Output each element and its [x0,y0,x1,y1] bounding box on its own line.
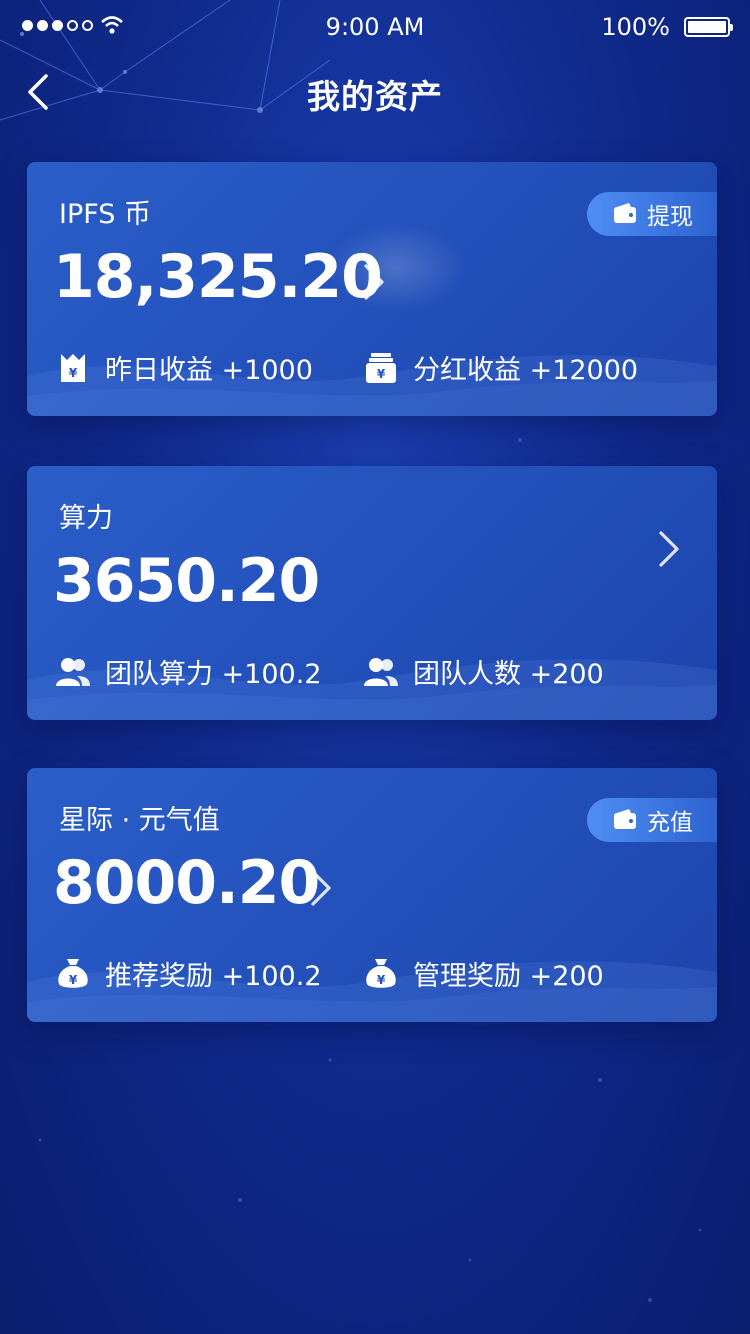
stat-text: 昨日收益 +1000 [105,355,313,386]
chevron-right-icon[interactable] [657,529,681,569]
money-stack-icon: ¥ [366,352,396,383]
hashrate-card[interactable]: 算力 3650.20 团队算力 +100.2 团队人数 +200 [27,466,717,720]
svg-text:¥: ¥ [69,973,78,987]
stat-text: 推荐奖励 +100.2 [105,961,322,992]
vitality-value: 8000.20 [53,848,320,918]
nav-bar: 我的资产 [0,56,750,126]
recharge-label: 充值 [647,810,693,836]
stat-text: 团队算力 +100.2 [105,659,322,690]
card-label: 星际 · 元气值 [59,805,220,836]
hashrate-value: 3650.20 [53,546,320,616]
svg-text:¥: ¥ [69,366,78,380]
vitality-card[interactable]: 星际 · 元气值 8000.20 充值 ¥ 推荐奖励 +100.2 ¥ 管理奖励… [27,768,717,1022]
gift-icon: ¥ [61,353,85,382]
page-title: 我的资产 [307,77,443,116]
recharge-button[interactable]: 充值 [587,798,717,842]
ipfs-balance: 18,325.20 [53,242,383,312]
stat-text: 分红收益 +12000 [413,355,639,386]
stat-text: 团队人数 +200 [413,659,604,690]
stat-yesterday-income: ¥ 昨日收益 +1000 [55,348,313,387]
battery-percent: 100% [601,13,670,41]
stat-team-hashrate: 团队算力 +100.2 [55,652,322,691]
stat-management-reward: ¥ 管理奖励 +200 [363,954,604,993]
svg-text:¥: ¥ [377,367,386,381]
stat-dividend-income: ¥ 分红收益 +12000 [363,348,638,387]
wallet-icon [614,809,636,829]
withdraw-label: 提现 [647,204,693,230]
stat-text: 管理奖励 +200 [413,961,604,992]
svg-text:¥: ¥ [377,973,386,987]
chevron-right-icon[interactable] [309,868,333,908]
withdraw-button[interactable]: 提现 [587,192,717,236]
wallet-icon [614,203,636,223]
stat-referral-reward: ¥ 推荐奖励 +100.2 [55,954,322,993]
team-icon [364,657,398,686]
card-label: 算力 [59,503,113,534]
money-bag-icon: ¥ [366,958,396,988]
ipfs-asset-card[interactable]: IPFS 币 18,325.20 提现 ¥ 昨日收益 +1000 ¥ 分红收益 … [27,162,717,416]
money-bag-icon: ¥ [58,958,88,988]
chevron-right-icon[interactable] [362,262,386,302]
battery-icon [684,17,733,37]
stat-team-members: 团队人数 +200 [363,652,604,691]
team-icon [56,657,90,686]
status-bar: 9:00 AM 100% [0,0,750,56]
card-label: IPFS 币 [59,199,152,230]
